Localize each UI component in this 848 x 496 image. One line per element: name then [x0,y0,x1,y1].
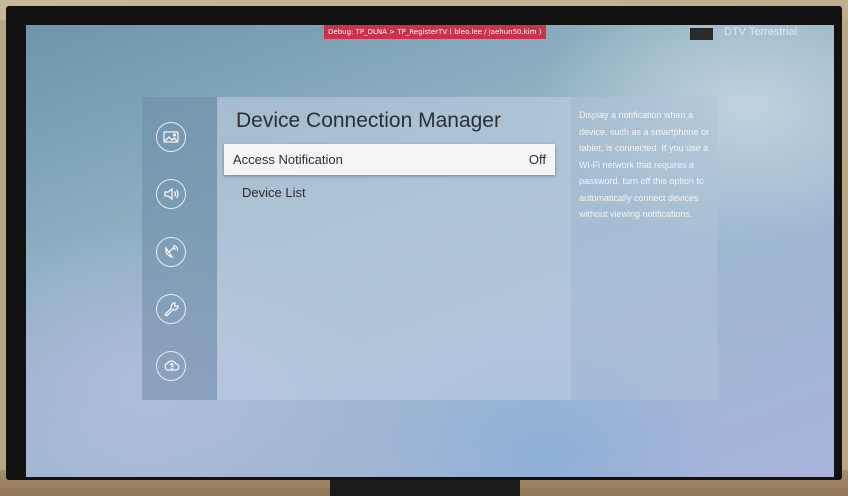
settings-menu-panel: Device Connection Manager Access Notific… [142,97,718,400]
description-pane: Display a notification when a device, su… [571,97,718,400]
menu-item-value: Off [528,152,546,167]
menu-item-label: Device List [242,185,306,200]
broadcasting-icon[interactable] [156,237,186,267]
sound-icon[interactable] [156,179,186,209]
tv-bezel: Debug: TP_DLNA > TP_RegisterTV ( bleo.le… [6,6,842,480]
debug-banner: Debug: TP_DLNA > TP_RegisterTV ( bleo.le… [324,25,546,39]
general-wrench-icon[interactable] [156,294,186,324]
menu-content-pane: Device Connection Manager Access Notific… [217,97,571,400]
item-description: Display a notification when a device, su… [579,110,710,219]
settings-category-rail [142,97,217,400]
support-icon[interactable] [156,351,186,381]
picture-icon[interactable] [156,122,186,152]
page-title: Device Connection Manager [236,109,501,132]
access-notification-item[interactable]: Access Notification Off [224,144,555,175]
menu-item-label: Access Notification [233,152,343,167]
source-indicator [690,28,713,40]
source-label: DTV Terrestrial [724,26,798,38]
device-list-item[interactable]: Device List [224,177,555,208]
tv-screen: Debug: TP_DLNA > TP_RegisterTV ( bleo.le… [26,25,834,477]
